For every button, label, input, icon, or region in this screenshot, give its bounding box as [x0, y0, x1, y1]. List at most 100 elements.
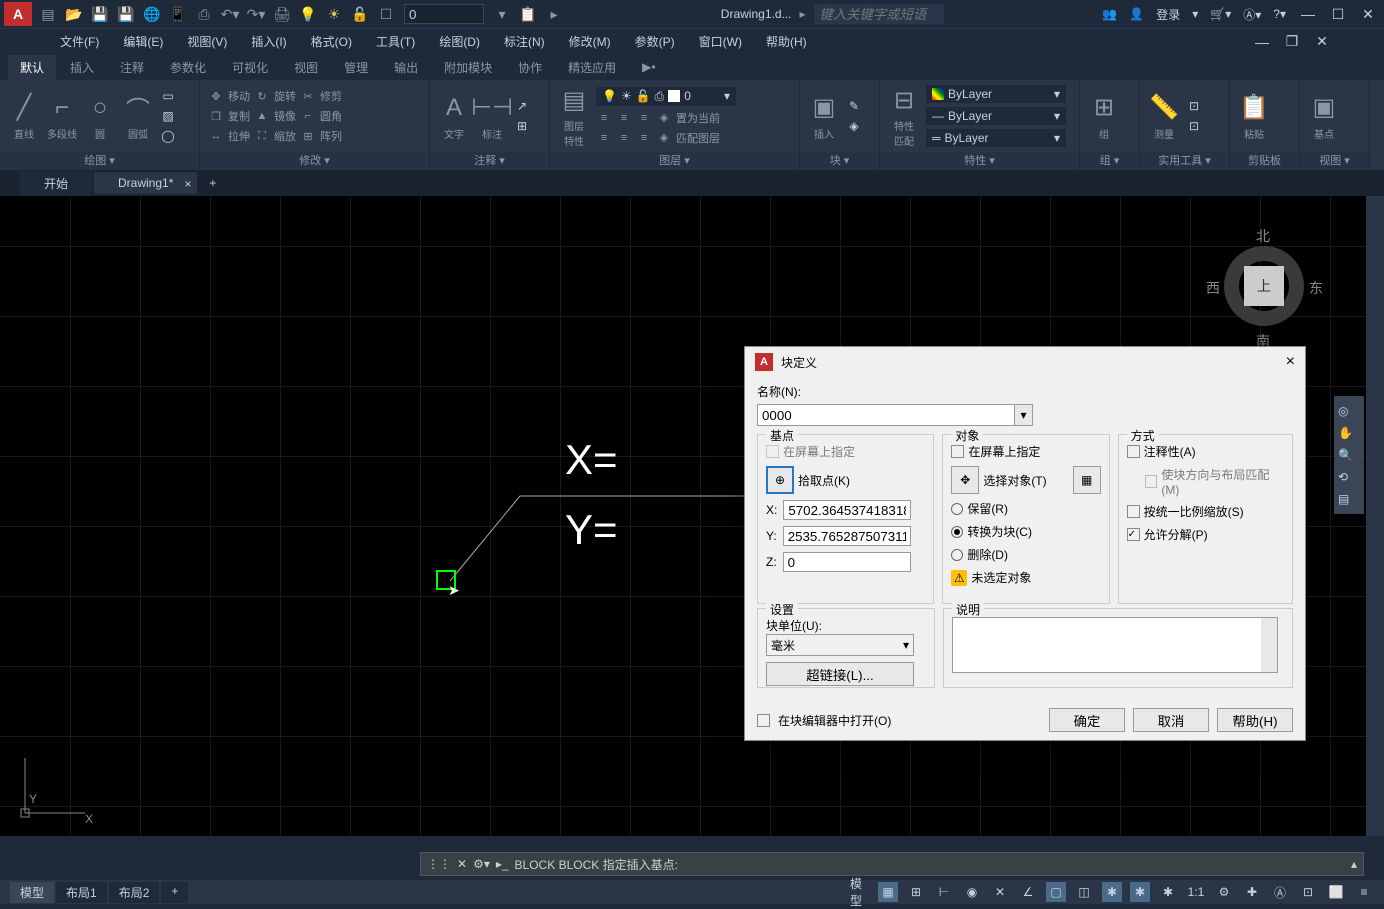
- objects-onscreen-checkbox[interactable]: [951, 445, 964, 458]
- status-ortho-icon[interactable]: ⊢: [934, 882, 954, 902]
- open-editor-checkbox[interactable]: [757, 714, 770, 727]
- polyline-button[interactable]: ⌐多段线: [46, 92, 78, 141]
- ribbon-tab-manage[interactable]: 管理: [332, 55, 380, 80]
- cancel-button[interactable]: 取消: [1133, 708, 1209, 732]
- convert-radio[interactable]: [951, 526, 963, 538]
- nav-show-icon[interactable]: ▤: [1338, 492, 1360, 506]
- ribbon-tab-addins[interactable]: 附加模块: [432, 55, 504, 80]
- y-input[interactable]: [783, 526, 911, 546]
- redo-icon[interactable]: ↷▾: [248, 6, 264, 22]
- menu-draw[interactable]: 绘图(D): [429, 31, 490, 52]
- panel-label-groups[interactable]: 组 ▾: [1080, 152, 1139, 170]
- pick-point-button[interactable]: ⊕: [766, 466, 794, 494]
- description-scrollbar[interactable]: [1261, 618, 1277, 672]
- mobile-icon[interactable]: 📱: [170, 6, 186, 22]
- text-button[interactable]: A文字: [438, 92, 470, 141]
- mdi-minimize[interactable]: —: [1250, 32, 1274, 52]
- layout-tab-2[interactable]: 布局2: [109, 882, 160, 903]
- hyperlink-button[interactable]: 超链接(L)...: [766, 662, 914, 686]
- ok-button[interactable]: 确定: [1049, 708, 1125, 732]
- x-input[interactable]: [783, 500, 911, 520]
- status-qp-icon[interactable]: ✱: [1130, 882, 1150, 902]
- mdi-close[interactable]: ✕: [1310, 32, 1334, 52]
- insert-block-button[interactable]: ▣插入: [808, 92, 840, 141]
- user-icon[interactable]: 👤: [1129, 7, 1144, 21]
- status-snap-icon[interactable]: ⊞: [906, 882, 926, 902]
- status-ann-icon[interactable]: Ⓐ: [1270, 882, 1290, 902]
- delete-radio[interactable]: [951, 549, 963, 561]
- web-icon[interactable]: 🌐: [144, 6, 160, 22]
- menu-help[interactable]: 帮助(H): [756, 31, 817, 52]
- menu-tools[interactable]: 工具(T): [366, 31, 425, 52]
- help-button[interactable]: 帮助(H): [1217, 708, 1293, 732]
- paste-button[interactable]: 📋粘贴: [1238, 92, 1270, 141]
- arc-button[interactable]: ⌒圆弧: [122, 92, 154, 141]
- status-menu-icon[interactable]: ≡: [1354, 882, 1374, 902]
- scale-icon[interactable]: ⛶: [254, 128, 270, 144]
- array-icon[interactable]: ⊞: [300, 128, 316, 144]
- viewcube-e[interactable]: 东: [1309, 278, 1323, 298]
- move-icon[interactable]: ✥: [208, 88, 224, 104]
- status-ratio[interactable]: 1:1: [1186, 882, 1206, 902]
- ribbon-tab-view[interactable]: 视图: [282, 55, 330, 80]
- measure-button[interactable]: 📏测量: [1148, 92, 1180, 141]
- circle-button[interactable]: ○圆: [84, 92, 116, 141]
- lineweight-dropdown[interactable]: —ByLayer▾: [926, 107, 1066, 125]
- search-input[interactable]: [814, 4, 944, 24]
- status-gear-icon[interactable]: ⚙: [1214, 882, 1234, 902]
- login-button[interactable]: 登录: [1156, 6, 1180, 23]
- allow-explode-checkbox[interactable]: [1127, 528, 1140, 541]
- panel-label-utilities[interactable]: 实用工具 ▾: [1140, 152, 1229, 170]
- file-tab-start[interactable]: 开始: [20, 171, 92, 196]
- status-plus-icon[interactable]: ✚: [1242, 882, 1262, 902]
- app-logo[interactable]: A: [4, 2, 32, 26]
- line-button[interactable]: ╱直线: [8, 92, 40, 141]
- dropdown-icon[interactable]: ▾: [494, 6, 510, 22]
- annotative-checkbox[interactable]: [1127, 445, 1140, 458]
- fillet-icon[interactable]: ⌐: [300, 108, 316, 124]
- vertical-scrollbar[interactable]: [1366, 196, 1384, 836]
- util-a-icon[interactable]: ⊡: [1186, 98, 1202, 114]
- panel-label-clipboard[interactable]: 剪贴板: [1230, 152, 1299, 170]
- cart-icon[interactable]: 🛒▾: [1210, 7, 1231, 21]
- unit-select[interactable]: 毫米▾: [766, 634, 914, 656]
- block-edit-icon[interactable]: ✎: [846, 98, 862, 114]
- ribbon-tab-collab[interactable]: 协作: [506, 55, 554, 80]
- saveas-icon[interactable]: 💾: [118, 6, 134, 22]
- copy-icon[interactable]: ❐: [208, 108, 224, 124]
- lock-icon[interactable]: 🔓: [352, 6, 368, 22]
- rect-icon[interactable]: ▭: [160, 88, 176, 104]
- plot-icon[interactable]: ⎙: [196, 6, 212, 22]
- hatch-icon[interactable]: ▨: [160, 108, 176, 124]
- open-icon[interactable]: 📂: [66, 6, 82, 22]
- square-icon[interactable]: ☐: [378, 6, 394, 22]
- status-osnap-icon[interactable]: ∠: [1018, 882, 1038, 902]
- status-model[interactable]: 模型: [850, 882, 870, 902]
- a360-icon[interactable]: 👥: [1102, 7, 1117, 21]
- layer-e-icon[interactable]: ≡: [596, 130, 612, 146]
- ribbon-tab-play[interactable]: ▶•: [630, 56, 667, 78]
- new-tab-button[interactable]: +: [199, 172, 226, 194]
- select-objects-button[interactable]: ✥: [951, 466, 979, 494]
- stretch-icon[interactable]: ↔: [208, 128, 224, 144]
- panel-label-modify[interactable]: 修改 ▾: [200, 152, 429, 170]
- layer-f-icon[interactable]: ≡: [616, 130, 632, 146]
- panel-label-annotate[interactable]: 注释 ▾: [430, 152, 549, 170]
- color-dropdown[interactable]: ByLayer▾: [926, 85, 1066, 103]
- dialog-titlebar[interactable]: A 块定义 ×: [745, 347, 1305, 377]
- util-b-icon[interactable]: ⊡: [1186, 118, 1202, 134]
- name-dropdown-icon[interactable]: ▾: [1015, 404, 1033, 426]
- layer-dropdown[interactable]: 💡☀🔓⎙0▾: [596, 87, 736, 106]
- base-button[interactable]: ▣基点: [1308, 92, 1340, 141]
- layer-a-icon[interactable]: ≡: [596, 110, 612, 126]
- menu-view[interactable]: 视图(V): [177, 31, 237, 52]
- status-dyn-icon[interactable]: ✱: [1102, 882, 1122, 902]
- table-icon[interactable]: ⊞: [514, 118, 530, 134]
- match-props-button[interactable]: ⊟特性匹配: [888, 84, 920, 148]
- viewcube[interactable]: 上 北 南 东 西: [1204, 226, 1324, 346]
- mirror-icon[interactable]: ▲: [254, 108, 270, 124]
- layer-quick-input[interactable]: [404, 4, 484, 24]
- panel-label-draw[interactable]: 绘图 ▾: [0, 152, 199, 170]
- layer-b-icon[interactable]: ≡: [616, 110, 632, 126]
- layer-c-icon[interactable]: ≡: [636, 110, 652, 126]
